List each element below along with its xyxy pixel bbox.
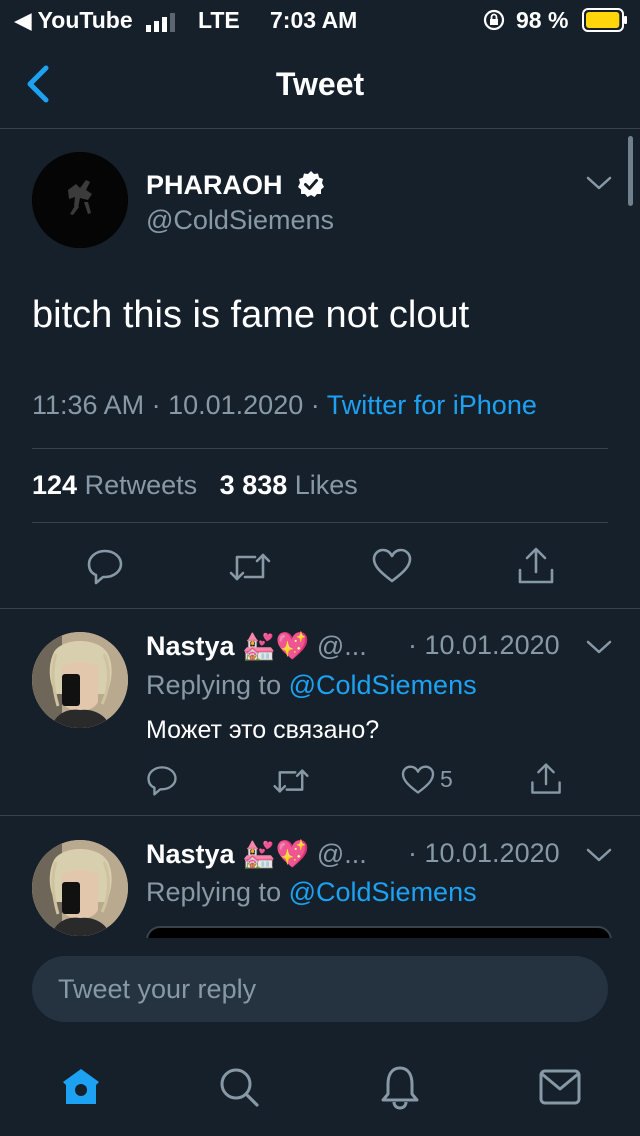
author-name: PHARAOH (146, 170, 283, 200)
like-icon[interactable] (372, 548, 412, 589)
divider (0, 608, 640, 609)
reply-icon[interactable] (146, 764, 178, 801)
reply-author-handle[interactable]: @... (317, 631, 367, 661)
reply-input[interactable]: Tweet your reply (32, 956, 608, 1022)
reply-avatar[interactable] (32, 840, 128, 936)
retweets-count: 124 (32, 470, 78, 500)
reply-header: Nastya 💒💖 @... (146, 630, 367, 662)
replying-to-handle[interactable]: @ColdSiemens (289, 877, 477, 907)
reply-date: · 10.01.2020 (408, 838, 560, 868)
reply-author-emojis: 💒💖 (242, 631, 310, 661)
replying-to: Replying to @ColdSiemens (146, 877, 477, 908)
reply-icon[interactable] (86, 547, 124, 590)
tweet-stats: 124 Retweets 3 838 Likes (32, 470, 358, 501)
tweet-meta: 11:36 AM · 10.01.2020 · Twitter for iPho… (32, 390, 537, 420)
divider (32, 522, 608, 523)
clock: 7:03 AM (270, 7, 358, 33)
verified-badge-icon (297, 170, 325, 203)
search-icon[interactable] (218, 1066, 260, 1113)
notifications-icon[interactable] (380, 1064, 420, 1115)
author-name-row: PHARAOH (146, 170, 283, 201)
messages-icon[interactable] (538, 1068, 582, 1111)
page-title: Tweet (275, 66, 365, 102)
reply-author-name[interactable]: Nastya (146, 631, 235, 661)
orientation-lock-icon (483, 9, 505, 37)
likes-count: 3 838 (219, 470, 288, 500)
retweet-icon[interactable] (228, 549, 272, 590)
battery-icon (582, 8, 628, 38)
tweet-time: 11:36 AM (32, 390, 145, 420)
retweets-label: Retweets (84, 470, 198, 500)
chevron-down-icon[interactable] (585, 845, 613, 870)
reply-author-emojis: 💒💖 (242, 839, 310, 869)
replying-to-label: Replying to (146, 670, 282, 700)
navigation-bar: Tweet (0, 40, 640, 129)
share-icon[interactable] (516, 546, 556, 591)
reply-avatar[interactable] (32, 632, 128, 728)
author-handle[interactable]: @ColdSiemens (146, 205, 334, 236)
network-label: LTE (198, 7, 240, 33)
reply-header: Nastya 💒💖 @... (146, 838, 367, 870)
divider (32, 448, 608, 449)
back-to-app-link[interactable]: ◀ YouTube (14, 7, 133, 34)
tab-bar (0, 1044, 640, 1136)
reply-input-placeholder: Tweet your reply (58, 974, 257, 1004)
likes-stat[interactable]: 3 838 Likes (220, 470, 358, 500)
chevron-down-icon[interactable] (585, 173, 613, 198)
scrollbar[interactable] (628, 136, 633, 206)
share-icon[interactable] (529, 762, 563, 801)
replying-to: Replying to @ColdSiemens (146, 670, 477, 701)
signal-icon (146, 11, 182, 38)
retweet-icon[interactable] (272, 765, 310, 802)
likes-label: Likes (294, 470, 358, 500)
reply-author-name[interactable]: Nastya (146, 839, 235, 869)
retweets-stat[interactable]: 124 Retweets (32, 470, 205, 500)
reply-author-handle[interactable]: @... (317, 839, 367, 869)
status-bar: ◀ YouTube LTE 7:03 AM 98 % (0, 0, 640, 40)
battery-percent: 98 % (516, 7, 569, 33)
home-icon[interactable] (60, 1066, 102, 1113)
reply-date: · 10.01.2020 (408, 630, 560, 660)
like-icon[interactable] (401, 765, 435, 800)
reply-text: Может это связано? (146, 716, 380, 744)
reply-like-count: 5 (440, 766, 453, 792)
tweet-date: 10.01.2020 (168, 390, 304, 420)
tweet-source-link[interactable]: Twitter for iPhone (327, 390, 537, 420)
replying-to-handle[interactable]: @ColdSiemens (289, 670, 477, 700)
author-avatar[interactable] (32, 152, 128, 248)
replying-to-label: Replying to (146, 877, 282, 907)
tweet-text: bitch this is fame not clout (32, 294, 470, 336)
chevron-down-icon[interactable] (585, 637, 613, 662)
divider (0, 815, 640, 816)
